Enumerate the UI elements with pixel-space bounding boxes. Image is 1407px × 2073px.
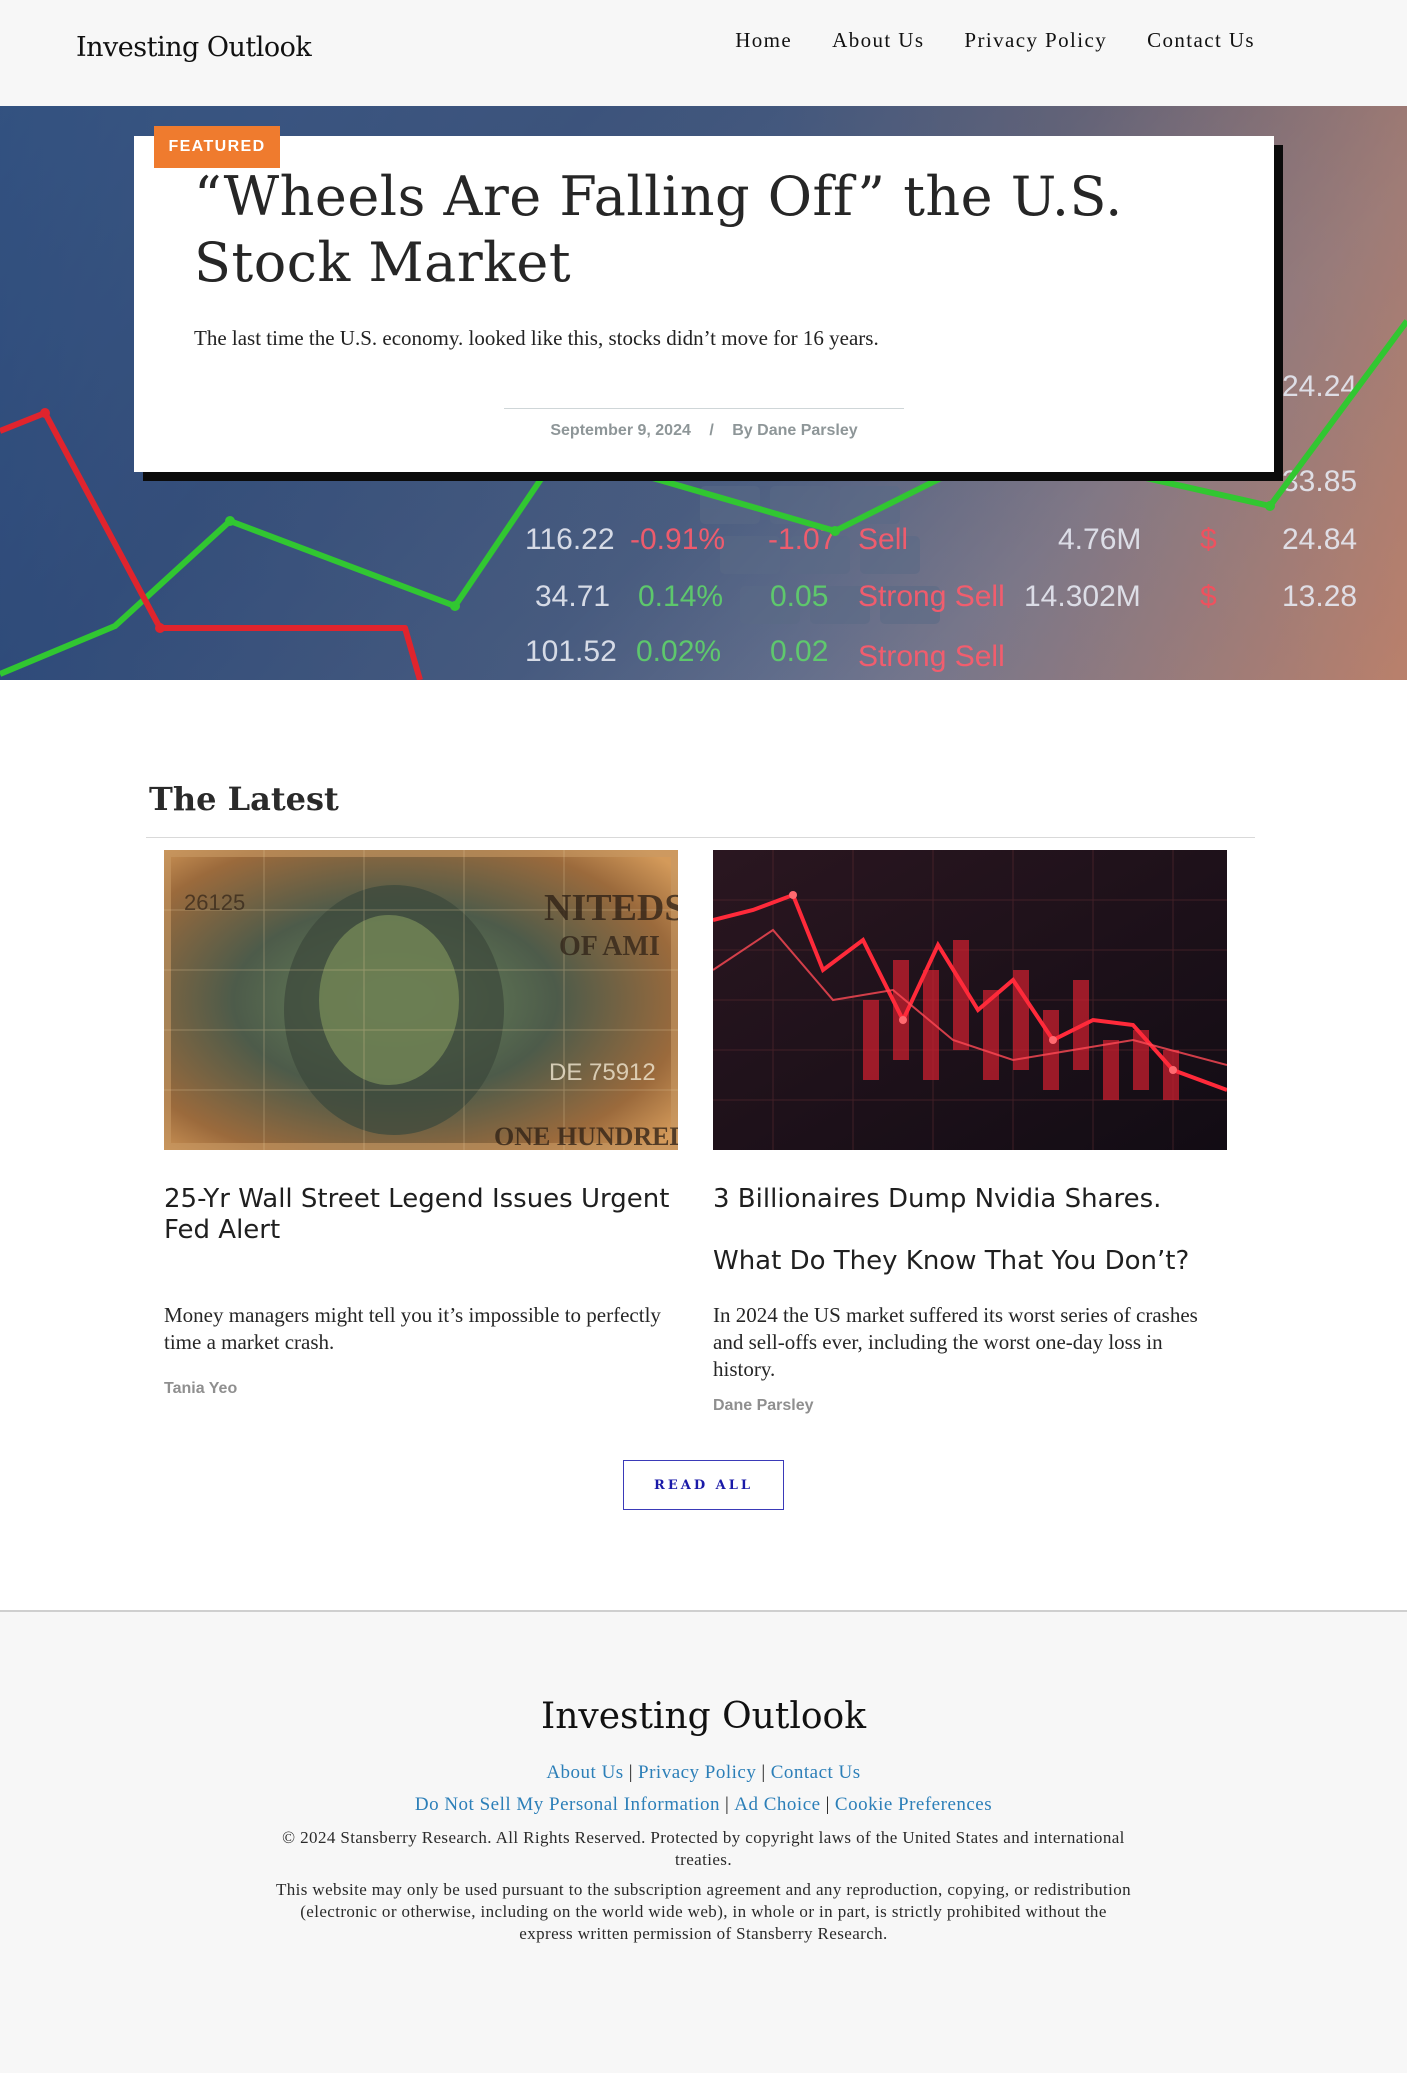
link-separator: |: [628, 1762, 634, 1783]
article-title-text[interactable]: 3 Billionaires Dump Nvidia Shares.: [713, 1184, 1161, 1214]
link-separator: |: [761, 1762, 766, 1783]
svg-text:101.52: 101.52: [525, 635, 617, 668]
read-all-button[interactable]: READ ALL: [623, 1460, 784, 1510]
svg-text:0.14%: 0.14%: [638, 580, 723, 613]
svg-text:24.24: 24.24: [1282, 370, 1357, 403]
footer-links-secondary: Do Not Sell My Personal Information | Ad C…: [0, 1789, 1407, 1821]
featured-badge: FEATURED: [154, 126, 280, 168]
nav-privacy-link[interactable]: Privacy Policy: [964, 28, 1107, 53]
site-footer: Investing Outlook About Us | Privacy Polic…: [0, 1610, 1407, 2073]
svg-text:26125: 26125: [184, 890, 245, 915]
article-title-text[interactable]: 25-Yr Wall Street Legend Issues Urgent F…: [164, 1184, 669, 1245]
footer-legal-notice: This website may only be used pursuant t…: [275, 1880, 1132, 1943]
svg-text:$: $: [1200, 523, 1217, 556]
footer-do-not-sell-link[interactable]: Do Not Sell My Personal Information: [415, 1794, 720, 1815]
featured-article-card[interactable]: “Wheels Are Falling Off” the U.S. Stock …: [134, 136, 1274, 472]
nav-contact-link[interactable]: Contact Us: [1147, 28, 1255, 53]
svg-text:OF AMI: OF AMI: [559, 931, 660, 962]
footer-links-primary: About Us | Privacy Policy | Contact Us: [0, 1757, 1407, 1789]
featured-article-dek: The last time the U.S. economy. looked l…: [194, 326, 879, 350]
svg-text:Strong Sell: Strong Sell: [858, 640, 1005, 673]
svg-text:Sell: Sell: [858, 523, 908, 556]
latest-section: The Latest NITEDS OF AMI DE 75912 ONE HU…: [0, 680, 1407, 1610]
svg-text:DE 75912: DE 75912: [549, 1059, 656, 1086]
footer-ad-choice-link[interactable]: Ad Choice: [734, 1794, 820, 1815]
article-title[interactable]: 3 Billionaires Dump Nvidia Shares. What …: [713, 1184, 1227, 1296]
svg-text:ONE HUNDRED: ONE HUNDRED: [494, 1122, 678, 1150]
footer-logo[interactable]: Investing Outlook: [0, 1612, 1407, 1737]
footer-about-link[interactable]: About Us: [546, 1762, 623, 1783]
svg-text:116.22: 116.22: [525, 523, 615, 556]
footer-copyright: © 2024 Stansberry Research. All Rights R…: [282, 1828, 1125, 1869]
site-header: Investing Outlook Home About Us Privacy …: [0, 0, 1407, 106]
svg-text:NITEDS: NITEDS: [544, 887, 678, 929]
featured-article-title[interactable]: “Wheels Are Falling Off” the U.S. Stock …: [194, 164, 1254, 296]
link-separator: |: [825, 1794, 830, 1815]
svg-text:24.84: 24.84: [1282, 523, 1357, 556]
featured-divider: [504, 408, 904, 409]
latest-divider: [146, 837, 1255, 838]
latest-heading: The Latest: [149, 780, 339, 818]
article-author: Dane Parsley: [713, 1397, 814, 1414]
svg-text:0.02: 0.02: [770, 635, 828, 668]
featured-article-byline: By Dane Parsley: [732, 422, 858, 439]
article-title-line2[interactable]: What Do They Know That You Don’t?: [713, 1246, 1227, 1277]
svg-text:0.05: 0.05: [770, 580, 828, 613]
svg-text:34.71: 34.71: [535, 580, 610, 613]
svg-text:$: $: [1200, 580, 1217, 613]
link-separator: |: [724, 1794, 730, 1815]
footer-cookie-preferences-link[interactable]: Cookie Preferences: [835, 1794, 992, 1815]
nav-home-link[interactable]: Home: [735, 28, 792, 53]
article-title[interactable]: 25-Yr Wall Street Legend Issues Urgent F…: [164, 1184, 678, 1296]
featured-article-date: September 9, 2024: [550, 422, 691, 439]
article-card[interactable]: NITEDS OF AMI DE 75912 ONE HUNDRED 26125…: [164, 850, 678, 1398]
svg-text:Strong Sell: Strong Sell: [858, 580, 1005, 613]
article-excerpt: In 2024 the US market suffered its worst…: [713, 1303, 1198, 1381]
footer-privacy-link[interactable]: Privacy Policy: [638, 1762, 756, 1783]
article-excerpt: Money managers might tell you it’s impos…: [164, 1303, 661, 1354]
svg-text:13.28: 13.28: [1282, 580, 1357, 613]
nav-about-link[interactable]: About Us: [832, 28, 924, 53]
svg-text:0.02%: 0.02%: [636, 635, 721, 668]
svg-text:-0.91%: -0.91%: [630, 523, 725, 556]
article-image-dollar-bill[interactable]: NITEDS OF AMI DE 75912 ONE HUNDRED 26125: [164, 850, 678, 1150]
article-card[interactable]: 3 Billionaires Dump Nvidia Shares. What …: [713, 850, 1227, 1415]
article-image-red-chart[interactable]: [713, 850, 1227, 1150]
meta-separator: /: [709, 422, 714, 439]
article-author: Tania Yeo: [164, 1380, 238, 1397]
svg-text:4.76M: 4.76M: [1058, 523, 1141, 556]
featured-hero: 116.22 34.71 101.52 -0.91% 0.14% 0.02% -…: [0, 106, 1407, 680]
main-nav: Home About Us Privacy Policy Contact Us: [735, 28, 1255, 53]
footer-contact-link[interactable]: Contact Us: [771, 1762, 861, 1783]
site-logo[interactable]: Investing Outlook: [76, 32, 312, 63]
featured-article-meta: September 9, 2024 / By Dane Parsley: [134, 422, 1274, 440]
svg-text:14.302M: 14.302M: [1024, 580, 1141, 613]
